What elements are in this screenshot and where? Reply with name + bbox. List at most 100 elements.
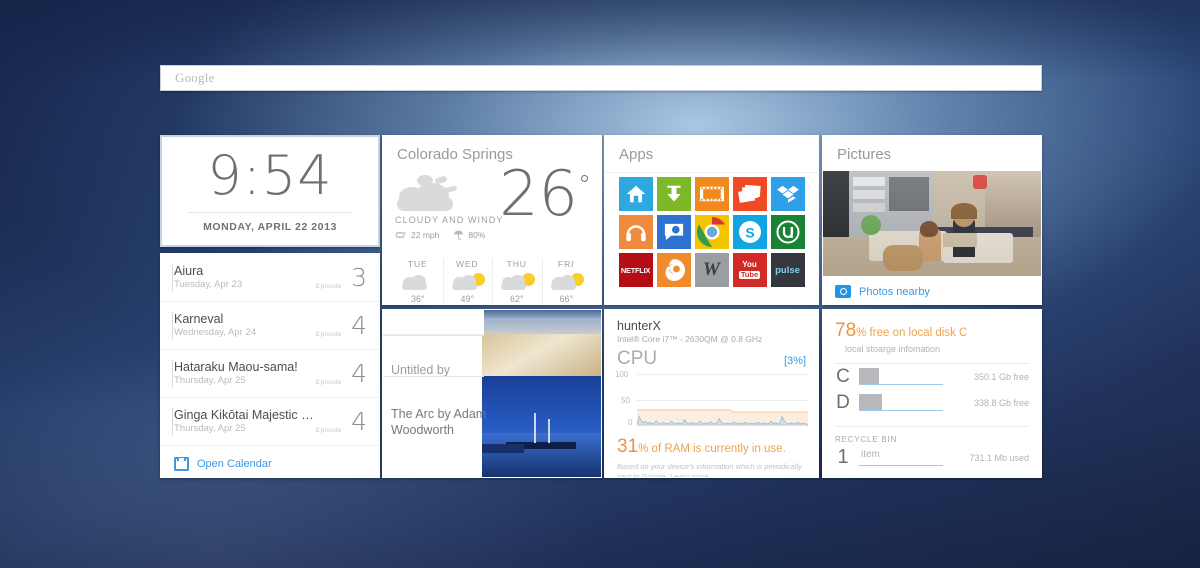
disk-free-percent: 78 bbox=[835, 320, 857, 341]
cpu-chart-svg bbox=[637, 409, 808, 426]
ram-usage-value: 31 bbox=[617, 436, 639, 457]
calendar-episode-label: Episode bbox=[315, 283, 342, 290]
cpu-axis-bottom: 0 bbox=[628, 418, 633, 427]
forecast-day: FRI 66° bbox=[541, 255, 592, 304]
youtube-app-icon[interactable]: You Tube bbox=[732, 253, 767, 287]
calendar-episode-label: Episode bbox=[315, 331, 342, 338]
calendar-item-title: Ginga Kikōtai Majestic Prince bbox=[174, 408, 316, 422]
forecast-day: TUE 36° bbox=[393, 255, 443, 304]
forecast-day: WED 49° bbox=[442, 255, 493, 304]
gallery-image-sliver bbox=[482, 318, 601, 334]
calendar-episode-number: 4 bbox=[351, 311, 367, 340]
disk-drive-row[interactable]: D 338.8 Gb free bbox=[823, 390, 1041, 416]
gallery-image-current bbox=[482, 376, 601, 477]
cpu-label: CPU bbox=[617, 348, 658, 369]
calendar-episode-number: 4 bbox=[351, 407, 367, 436]
forecast-day-icon bbox=[492, 271, 542, 293]
gallery-caption-divider bbox=[383, 335, 484, 336]
utorrent-app-icon[interactable] bbox=[770, 215, 805, 249]
dropbox-app-icon[interactable] bbox=[770, 177, 805, 211]
pictures-thumbnail[interactable] bbox=[823, 171, 1041, 276]
forecast-day-icon bbox=[393, 271, 443, 293]
clock-divider bbox=[187, 212, 353, 213]
home-app-icon[interactable] bbox=[618, 177, 653, 211]
music-app-icon[interactable] bbox=[618, 215, 653, 249]
video-app-icon[interactable] bbox=[694, 177, 729, 211]
crunchyroll-app-icon[interactable] bbox=[656, 253, 691, 287]
disk-widget[interactable]: 78% free on local disk C local stoarge i… bbox=[822, 309, 1042, 478]
clock-date: MONDAY, APRIL 22 2013 bbox=[203, 221, 337, 233]
apps-title: Apps bbox=[605, 136, 818, 173]
calendar-list-item[interactable]: Aiura Tuesday, Apr 23 Episode 3 bbox=[161, 254, 379, 302]
apps-grid: S NETFLIX W You Tube pulse bbox=[605, 177, 818, 287]
forecast-day-temp: 66° bbox=[559, 294, 574, 304]
open-calendar-button[interactable]: Open Calendar bbox=[161, 446, 379, 477]
apps-widget[interactable]: Apps S NETFLIX W You Tube pulse bbox=[604, 135, 819, 305]
download-app-icon[interactable] bbox=[656, 177, 691, 211]
photo-gallery-widget[interactable]: Untitled by The Arc by Adam Woodworth bbox=[382, 309, 602, 478]
photos-nearby-label: Photos nearby bbox=[859, 285, 930, 298]
disk-free-headline: 78% free on local disk C bbox=[823, 310, 1041, 342]
weather-widget[interactable]: Colorado Springs CLOUDY AND WINDY 22 mph bbox=[382, 135, 602, 305]
calendar-list-item[interactable]: Ginga Kikōtai Majestic PrinceThursday, A… bbox=[161, 398, 379, 446]
calendar-episode-label: Episode bbox=[315, 379, 342, 386]
gallery-image-top bbox=[482, 310, 601, 318]
weather-condition-icon bbox=[395, 175, 513, 217]
forecast-day-name: WED bbox=[455, 259, 479, 269]
calendar-item-date: Thursday, Apr 25 bbox=[174, 375, 246, 386]
calendar-list: Aiura Tuesday, Apr 23 Episode 3 Karneval Wedn… bbox=[161, 254, 379, 446]
disk-drive-letter: D bbox=[836, 392, 850, 413]
disk-free-space: 338.8 Gb free bbox=[973, 398, 1029, 408]
forecast-day-name: THU bbox=[506, 259, 527, 269]
weather-temp-value: 26 bbox=[499, 157, 578, 230]
weather-precip: 80% bbox=[453, 230, 485, 240]
forecast-day-icon bbox=[443, 271, 493, 293]
disk-drive-row[interactable]: C 350.1 Gb free bbox=[823, 364, 1041, 390]
calendar-list-item[interactable]: Karneval Wednesday, Apr 24 Episode 4 bbox=[161, 302, 379, 350]
wikipedia-app-icon[interactable]: W bbox=[694, 253, 729, 287]
clock-time: 9:54 bbox=[207, 144, 333, 207]
clock-widget[interactable]: 9:54 MONDAY, APRIL 22 2013 bbox=[160, 135, 380, 247]
calendar-item-title: Aiura bbox=[174, 264, 204, 278]
cpu-widget[interactable]: hunterX Intel® Core i7™ - 2630QM @ 0.8 G… bbox=[604, 309, 819, 478]
disk-usage-bar bbox=[859, 393, 949, 413]
netflix-app-icon[interactable]: NETFLIX bbox=[618, 253, 653, 287]
recycle-bin-count: 1 bbox=[837, 446, 849, 468]
cpu-usage-value[interactable]: [3%] bbox=[784, 355, 806, 367]
pictures-widget[interactable]: Pictures Photos nearby bbox=[822, 135, 1042, 305]
wind-icon bbox=[395, 231, 406, 239]
skype-app-icon[interactable]: S bbox=[732, 215, 767, 249]
calendar-item-title: Hataraku Maou-sama! bbox=[174, 360, 298, 374]
plume-app-icon[interactable] bbox=[656, 215, 691, 249]
forecast-day-name: FRI bbox=[558, 259, 575, 269]
forecast-day-name: TUE bbox=[407, 259, 428, 269]
disk-drive-list: C 350.1 Gb free D 338.8 Gb free bbox=[823, 364, 1041, 416]
weather-precip-value: 80% bbox=[468, 230, 486, 240]
calendar-episode-number: 4 bbox=[351, 359, 367, 388]
cpu-chart: 100 50 0 bbox=[615, 370, 808, 430]
calendar-item-date: Wednesday, Apr 24 bbox=[174, 327, 257, 338]
calendar-item-date: Thursday, Apr 25 bbox=[174, 423, 246, 434]
weather-wind-value: 22 mph bbox=[411, 230, 440, 240]
pulse-app-icon[interactable]: pulse bbox=[770, 253, 805, 287]
calendar-item-title: Karneval bbox=[174, 312, 224, 326]
calendar-list-item[interactable]: Hataraku Maou-sama! Thursday, Apr 25 Episo… bbox=[161, 350, 379, 398]
chrome-app-icon[interactable] bbox=[694, 215, 729, 249]
forecast-day-temp: 49° bbox=[460, 294, 475, 304]
forecast-day-temp: 36° bbox=[410, 294, 425, 304]
search-input[interactable]: Google bbox=[160, 65, 1042, 91]
calendar-widget[interactable]: Aiura Tuesday, Apr 23 Episode 3 Karneval Wedn… bbox=[160, 253, 380, 478]
open-calendar-label: Open Calendar bbox=[197, 458, 272, 470]
forecast-day-temp: 62° bbox=[509, 294, 524, 304]
recycle-bin-item: item bbox=[859, 449, 949, 467]
cpu-note: Based on your device's information which… bbox=[617, 462, 802, 478]
cpu-axis-top: 100 bbox=[615, 370, 629, 379]
calendar-icon bbox=[174, 457, 189, 471]
forecast-day-icon bbox=[542, 271, 592, 293]
search-placeholder: Google bbox=[175, 70, 215, 85]
photos-app-icon[interactable] bbox=[732, 177, 767, 211]
gallery-caption-current: The Arc by Adam Woodworth bbox=[391, 407, 487, 437]
svg-text:S: S bbox=[745, 225, 754, 241]
disk-drive-letter: C bbox=[836, 366, 850, 387]
photos-nearby-button[interactable]: Photos nearby bbox=[823, 276, 1041, 304]
